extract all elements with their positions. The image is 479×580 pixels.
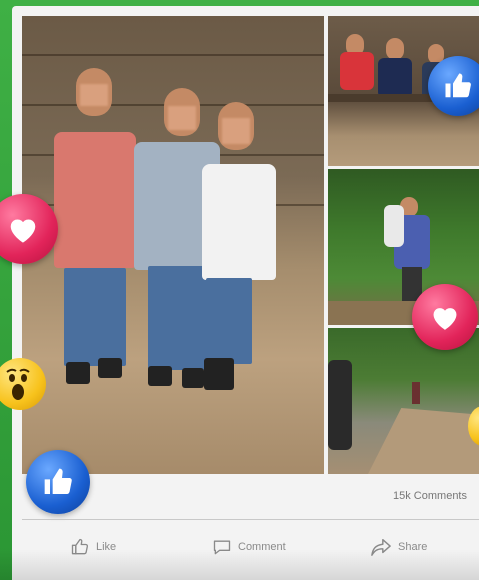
share-button[interactable]: Share [370,537,427,557]
thumbs-up-reaction-icon [428,56,479,116]
comments-count[interactable]: 15k Comments [393,490,467,502]
main-photo-three-children[interactable] [22,16,324,474]
heart-reaction-icon [412,284,478,350]
divider [22,519,479,520]
like-label: Like [96,541,117,553]
wow-reaction-icon [0,358,46,410]
thumbs-up-reaction-icon [26,450,90,514]
comment-button[interactable]: Comment [212,537,286,557]
like-icon [70,537,90,557]
side-photo-forest-trail[interactable] [328,328,479,474]
comment-icon [212,537,232,557]
share-label: Share [398,541,428,553]
comment-label: Comment [238,541,286,553]
photo-grid [22,16,479,474]
like-button[interactable]: Like [70,537,116,557]
wall-plank [22,54,324,56]
share-icon [370,537,392,557]
